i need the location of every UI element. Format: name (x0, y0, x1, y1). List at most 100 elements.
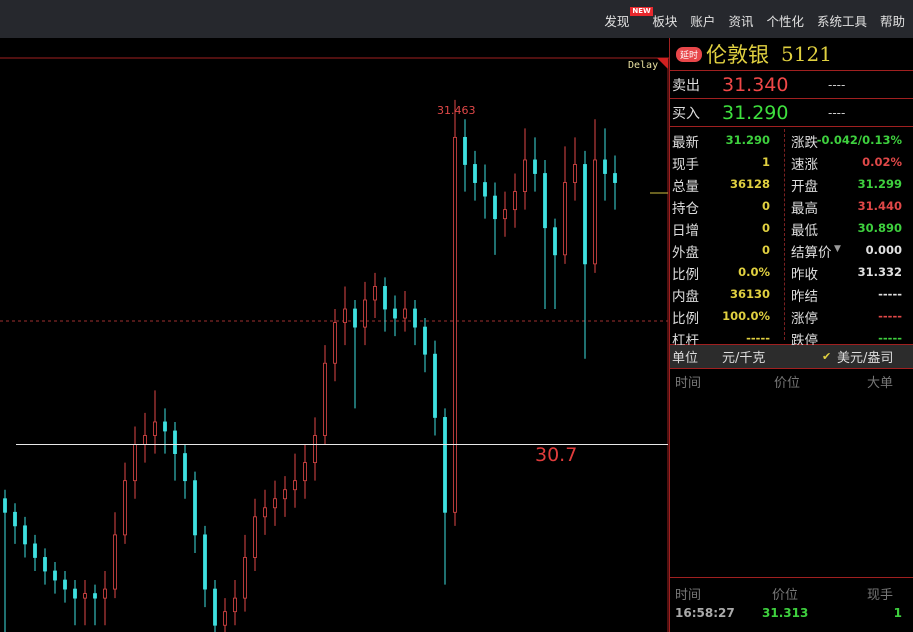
menu-sectors[interactable]: 板块 (652, 11, 677, 30)
unit-option-cny-kg[interactable]: 元/千克 (722, 347, 765, 366)
candle-body (563, 182, 567, 256)
stat-value: 1 (761, 155, 770, 169)
buy-price: 31.290 (722, 101, 789, 124)
menu-personalize[interactable]: 个性化 (766, 11, 804, 30)
candle-body (23, 525, 27, 545)
stat-label[interactable]: 结算价 (791, 241, 832, 261)
unit-row: 单位 元/千克 ✔ 美元/盎司 (670, 345, 913, 369)
unit-option-usd-oz[interactable]: 美元/盎司 (837, 347, 893, 366)
stat-label: 总量 (672, 179, 699, 195)
candle-body (403, 308, 407, 319)
delay-label: Delay (628, 60, 659, 71)
candlestick-chart[interactable]: Delay 31.463 30.7 (0, 38, 669, 632)
stat-value: 36128 (729, 177, 770, 191)
corner-triangle-icon (657, 58, 668, 69)
candle-body (73, 588, 77, 599)
stat-value: 0 (761, 199, 770, 213)
candle-body (273, 498, 277, 509)
candle-body (53, 570, 57, 581)
candle-body (513, 191, 517, 211)
stat-value: 0.0% (738, 265, 770, 279)
stat-label: 内盘 (672, 289, 699, 305)
stat-label: 昨结 (791, 289, 818, 305)
stat-value: 31.299 (857, 177, 902, 191)
candle-body (383, 286, 387, 310)
menu-help[interactable]: 帮助 (880, 11, 905, 30)
tick-list: 时间 价位 现手 16:58:27 31.313 1 (670, 577, 913, 625)
candle-body (203, 534, 207, 590)
stats-row: 内盘 36130 昨结 ----- (670, 283, 913, 305)
stat-label: 外盘 (672, 245, 699, 261)
menu-news[interactable]: 资讯 (728, 11, 753, 30)
menu-system-tools[interactable]: 系统工具 (817, 11, 867, 30)
instrument-code: 5121 (781, 42, 832, 66)
instrument-name: 伦敦银 (706, 43, 770, 67)
header-volume: 现手 (867, 588, 894, 603)
instrument-title: 延时 伦敦银 5121 (670, 38, 913, 71)
candle-body (253, 516, 257, 558)
stats-row: 现手 1 速涨 0.02% (670, 151, 913, 173)
candle-body (453, 136, 457, 513)
stats-row: 比例 100.0% 涨停 ----- (670, 305, 913, 327)
new-badge: NEW (630, 7, 653, 16)
candle-body (523, 159, 527, 192)
candle-body (133, 444, 137, 482)
check-icon: ✔ (822, 350, 832, 363)
candle-body (323, 362, 327, 436)
candle-body (313, 435, 317, 464)
candle-body (433, 353, 437, 418)
stat-value: 30.890 (857, 221, 902, 235)
stat-label: 速涨 (791, 157, 818, 173)
candle-body (113, 534, 117, 590)
stat-label: 最新 (672, 135, 699, 151)
stats-grid: 最新 31.290 涨跌 -0.042/0.13% 现手 1 速涨 0.02% 总量… (670, 127, 913, 349)
candle-body (83, 593, 87, 599)
stats-row: 比例 0.0% 昨收 31.332 (670, 261, 913, 283)
stat-label: 涨停 (791, 311, 818, 327)
candle-body (393, 308, 397, 319)
tick-price: 31.313 (762, 606, 809, 620)
sell-label: 卖出 (672, 77, 700, 94)
stat-value: 31.332 (857, 265, 902, 279)
stat-value: -0.042/0.13% (816, 133, 902, 147)
high-price-label: 31.463 (437, 104, 476, 117)
candle-body (353, 308, 357, 328)
stats-row: 日增 0 最低 30.890 (670, 217, 913, 239)
candle-body (303, 462, 307, 482)
stats-row: 持仓 0 最高 31.440 (670, 195, 913, 217)
menu-account[interactable]: 账户 (690, 11, 715, 30)
candle-body (153, 421, 157, 436)
candle-body (93, 593, 97, 599)
candle-body (293, 480, 297, 491)
candle-body (593, 159, 597, 265)
main-menu: 发现 NEW 板块 账户 资讯 个性化 系统工具 帮助 (604, 7, 905, 30)
dropdown-arrow-icon[interactable]: ▼ (834, 244, 841, 254)
stat-label: 最高 (791, 201, 818, 217)
stat-label: 最低 (791, 223, 818, 239)
candle-body (333, 322, 337, 364)
stat-label: 涨跌 (791, 135, 818, 151)
quote-panel: 延时 伦敦银 5121 卖出 31.340 ---- 买入 31.290 ---… (669, 38, 913, 632)
stat-value: ----- (878, 287, 902, 301)
header-time: 时间 (675, 376, 702, 391)
candle-body (123, 480, 127, 536)
header-time: 时间 (675, 588, 702, 603)
stat-value: 0.02% (862, 155, 902, 169)
tick-time: 16:58:27 (675, 606, 735, 620)
stats-row: 总量 36128 开盘 31.299 (670, 173, 913, 195)
sell-volume: ---- (828, 77, 846, 92)
stat-value: 36130 (729, 287, 770, 301)
stats-row: 最新 31.290 涨跌 -0.042/0.13% (670, 129, 913, 151)
candle-body (63, 579, 67, 590)
candle-body (163, 421, 167, 432)
candle-body (263, 507, 267, 518)
menu-discover[interactable]: 发现 NEW (604, 7, 653, 30)
sell-row[interactable]: 卖出 31.340 ---- (670, 71, 913, 99)
buy-row[interactable]: 买入 31.290 ---- (670, 99, 913, 127)
stat-value: 0 (761, 221, 770, 235)
candle-body (373, 286, 377, 301)
candle-body (483, 182, 487, 197)
candle-body (463, 136, 467, 165)
tick-row[interactable]: 16:58:27 31.313 1 (670, 603, 913, 625)
candle-body (143, 435, 147, 445)
